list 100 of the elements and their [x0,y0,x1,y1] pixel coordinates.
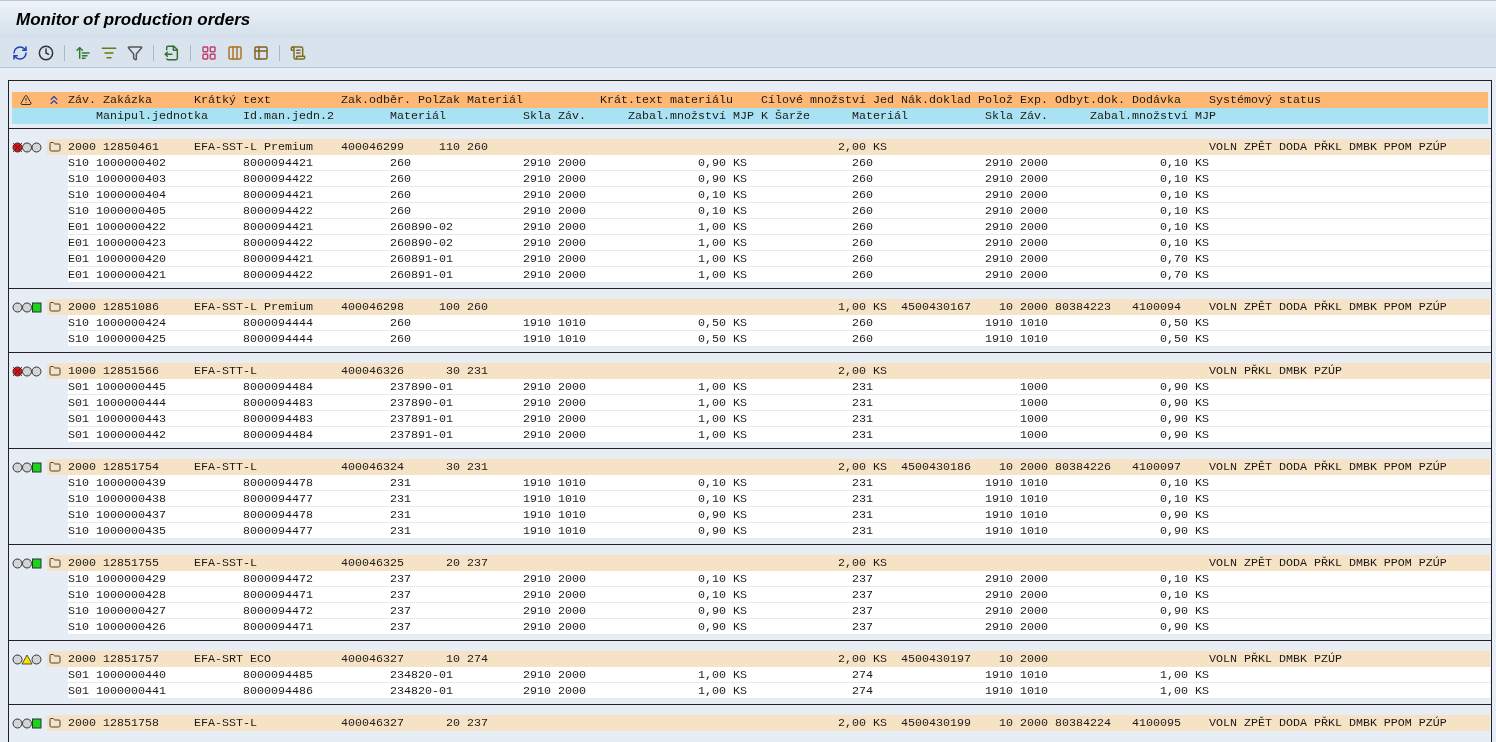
table-cell: 2910 [523,587,551,603]
table-cell: S10 [68,523,89,539]
table-cell-text: 80384224 [1055,715,1112,731]
table-cell: S01 [68,683,89,699]
table-cell-text: KS [733,475,748,491]
table-cell-text: 2,00 [837,139,866,155]
table-cell: 12851086 [103,299,159,315]
table-cell-text: 260 [467,299,489,315]
column-header: Záv. [558,108,586,124]
table-cell-text: 0,90 [697,171,726,187]
table-cell-text: 1,00 [697,411,726,427]
table-cell-text: 2,00 [837,651,866,667]
folder-icon[interactable] [49,557,61,569]
table-cell-text: 1000000405 [96,203,167,219]
table-cell: 1910 [523,491,551,507]
table-cell: 2910 [985,571,1013,587]
table-cell-text: 260 [852,315,874,331]
table-cell-text: 0,90 [697,603,726,619]
table-cell: 4500430199 [901,715,971,731]
column-header: Jed [873,92,894,108]
table-cell-text: 8000094484 [243,427,314,443]
table-cell-text: KS [1195,315,1210,331]
table-cell-text: 260 [852,331,874,347]
table-cell-text: 1000000435 [96,523,167,539]
table-cell-text: 274 [852,683,874,699]
table-cell: 1010 [1020,315,1048,331]
table-cell: 1000 [1020,395,1048,411]
table-cell: S10 [68,187,89,203]
table-cell-text: 8000094483 [243,411,314,427]
table-cell-text: 1000000439 [96,475,167,491]
table-cell-text: KS [733,235,748,251]
table-cell-text: KS [1195,395,1210,411]
table-cell-text: 0,10 [1159,171,1188,187]
window-title: Monitor of production orders [16,8,251,31]
table-cell-text: KS [1195,427,1210,443]
table-cell: 2910 [985,235,1013,251]
table-cell: 1000 [1020,427,1048,443]
table-cell: 2000 [558,251,586,267]
warning-icon [20,94,32,106]
table-cell: 2000 [1020,587,1048,603]
expand-icon[interactable] [47,93,61,107]
table-cell: 2000 [68,139,96,155]
table-cell: S10 [68,491,89,507]
folder-icon[interactable] [49,461,61,473]
table-cell: 2000 [1020,715,1048,731]
column-header: Krát.text materiálu [600,92,734,108]
table-cell-text: 260 [852,235,874,251]
table-cell-text: EFA-SST-L Premium [194,299,314,315]
table-cell: 2000 [1020,235,1048,251]
table-cell-text: 8000094444 [243,331,314,347]
table-cell-text: 8000094422 [243,267,314,283]
folder-icon[interactable] [49,301,61,313]
table-cell: 1910 [523,507,551,523]
table-cell: 2000 [1020,187,1048,203]
table-cell-text: 237 [852,619,874,635]
table-cell: 1910 [985,331,1013,347]
table-cell: S10 [68,203,89,219]
column-header: MJP [1195,108,1216,124]
table-cell: 4500430167 [901,299,971,315]
table-cell: 2910 [985,251,1013,267]
table-cell-text: KS [873,139,888,155]
table-cell-text: 10 [998,651,1013,667]
folder-icon[interactable] [49,365,61,377]
table-cell: 1010 [1020,507,1048,523]
table-cell-text: 1000000423 [96,235,167,251]
table-cell: 12851757 [103,651,159,667]
table-cell: 2910 [523,251,551,267]
table-cell: 2910 [523,603,551,619]
table-cell-text: KS [733,155,748,171]
table-cell-text: 1000000422 [96,219,167,235]
table-cell-text: KS [733,683,748,699]
table-cell-text: 4100095 [1132,715,1182,731]
folder-icon[interactable] [49,141,61,153]
table-cell: 2000 [558,587,586,603]
column-header: Skla [985,108,1013,124]
table-cell-text: 1000000440 [96,667,167,683]
table-cell: 2000 [558,667,586,683]
table-cell: 12851754 [103,459,159,475]
scroll-icon [290,44,306,61]
folder-icon[interactable] [49,717,61,729]
table-cell-text: 8000094422 [243,203,314,219]
table-cell: 2910 [985,619,1013,635]
table-cell-text: 260 [390,331,412,347]
table-cell-text: 0,90 [1159,603,1188,619]
column-header: Odbyt.dok. [1055,92,1125,108]
table-cell: 2000 [558,267,586,283]
table-cell: 4500430197 [901,651,971,667]
column-header: Materiál [852,108,909,124]
table-cell-text: 1000000445 [96,379,167,395]
table-cell: 2910 [523,619,551,635]
table-cell: 1010 [1020,475,1048,491]
table-cell-text: KS [1195,379,1210,395]
table-cell-text: 1,00 [837,299,866,315]
table-cell: 2000 [1020,651,1048,667]
table-cell: 1910 [523,315,551,331]
table-cell-text: EFA-SST-L [194,555,258,571]
column-header: Záv. [1020,108,1048,124]
folder-icon[interactable] [49,653,61,665]
table-cell-text: 0,10 [697,571,726,587]
table-cell-text: 231 [467,363,489,379]
